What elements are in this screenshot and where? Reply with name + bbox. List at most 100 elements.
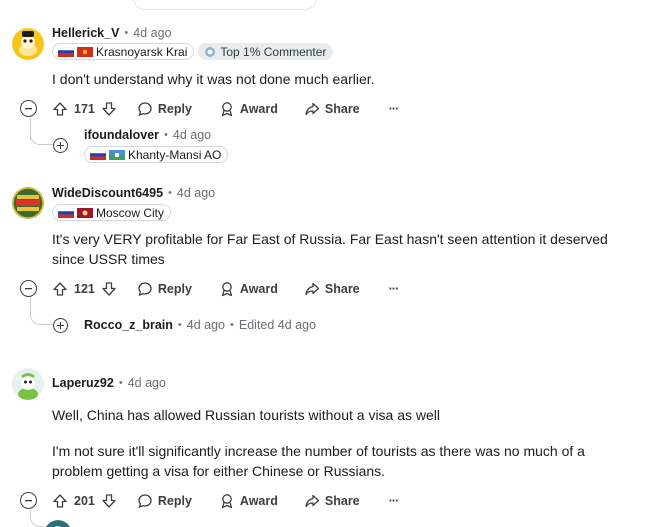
collapse-icon xyxy=(25,288,32,290)
avatar[interactable] xyxy=(12,368,44,400)
separator-dot: • xyxy=(124,27,129,39)
award-label: Award xyxy=(239,281,278,296)
previous-element-edge xyxy=(133,0,317,10)
collapse-icon xyxy=(25,500,32,502)
username[interactable]: Hellerick_V xyxy=(52,26,119,40)
region-flag-icon xyxy=(77,46,93,57)
flair-text: Krasnoyarsk Krai xyxy=(96,44,188,59)
downvote-icon[interactable] xyxy=(101,493,117,509)
reply-button[interactable]: Reply xyxy=(137,493,192,509)
russia-flag-icon xyxy=(58,46,74,57)
separator-dot: • xyxy=(118,377,123,389)
award-button[interactable]: Award xyxy=(219,281,278,297)
user-flair: Moscow City xyxy=(52,204,172,221)
more-icon: ··· xyxy=(388,101,399,116)
comment-actions: 121 Reply Award Share ··· xyxy=(20,280,399,297)
region-flag-icon xyxy=(77,207,93,218)
vote-count: 201 xyxy=(74,493,95,508)
award-button[interactable]: Award xyxy=(219,101,278,117)
reply-icon xyxy=(138,101,152,116)
more-icon: ··· xyxy=(388,281,399,296)
upvote-icon[interactable] xyxy=(52,493,68,509)
share-icon xyxy=(305,102,320,115)
vote-count: 121 xyxy=(74,281,95,296)
avatar[interactable] xyxy=(12,187,44,219)
user-flair: Khanty-Mansi AO xyxy=(84,146,229,163)
share-label: Share xyxy=(324,101,360,116)
avatar[interactable] xyxy=(44,520,72,527)
comment-body: It's very VERY profitable for Far East o… xyxy=(52,231,608,267)
downvote-icon[interactable] xyxy=(101,101,117,117)
user-flair: Krasnoyarsk Krai xyxy=(52,43,195,60)
vote-group: 171 xyxy=(52,101,117,117)
award-icon xyxy=(221,493,233,508)
vote-count: 171 xyxy=(74,101,95,116)
more-options-button[interactable]: ··· xyxy=(389,494,399,508)
more-options-button[interactable]: ··· xyxy=(389,282,399,296)
thread-line xyxy=(30,510,44,527)
comment-actions: 201 Reply Award Share ··· xyxy=(20,492,399,509)
share-label: Share xyxy=(324,281,360,296)
separator-dot: • xyxy=(177,319,182,331)
comment-body: Well, China has allowed Russian tourists… xyxy=(52,407,441,423)
username[interactable]: WideDiscount6495 xyxy=(52,186,163,200)
share-label: Share xyxy=(324,493,360,508)
more-options-button[interactable]: ··· xyxy=(389,102,399,116)
reply-icon xyxy=(138,493,152,508)
comment-body: I'm not sure it'll significantly increas… xyxy=(52,443,585,479)
timestamp[interactable]: 4d ago xyxy=(128,376,166,390)
award-label: Award xyxy=(239,493,278,508)
reply-label: Reply xyxy=(157,281,192,296)
reply-button[interactable]: Reply xyxy=(137,281,192,297)
reply-label: Reply xyxy=(157,493,192,508)
share-button[interactable]: Share xyxy=(304,493,360,509)
edited-label: Edited 4d ago xyxy=(238,318,317,332)
timestamp[interactable]: 4d ago xyxy=(133,26,171,40)
badge-text: Top 1% Commenter xyxy=(220,44,327,59)
flair-text: Khanty-Mansi AO xyxy=(128,147,222,162)
separator-dot: • xyxy=(168,187,172,199)
reply-icon xyxy=(138,281,152,296)
downvote-icon[interactable] xyxy=(101,281,117,297)
timestamp[interactable]: 4d ago xyxy=(177,186,215,200)
flair-text: Moscow City xyxy=(96,205,165,220)
share-button[interactable]: Share xyxy=(304,281,360,297)
separator-dot: • xyxy=(230,319,234,331)
russia-flag-icon xyxy=(58,207,74,218)
top-commenter-badge[interactable]: Top 1% Commenter xyxy=(198,43,334,60)
collapse-button[interactable] xyxy=(20,492,37,509)
upvote-icon[interactable] xyxy=(52,281,68,297)
separator-dot: • xyxy=(164,129,168,141)
award-icon xyxy=(221,281,233,296)
top-commenter-icon xyxy=(205,46,216,57)
more-icon: ··· xyxy=(388,493,399,508)
expand-icon[interactable] xyxy=(53,318,68,333)
thread-line xyxy=(30,298,54,325)
reply-button[interactable]: Reply xyxy=(137,101,192,117)
share-button[interactable]: Share xyxy=(304,101,360,117)
comment-actions: 171 Reply Award Share ··· xyxy=(20,100,399,117)
share-icon xyxy=(305,494,320,507)
collapse-button[interactable] xyxy=(20,100,37,117)
award-icon xyxy=(221,101,233,116)
russia-flag-icon xyxy=(90,149,106,160)
award-button[interactable]: Award xyxy=(219,493,278,509)
expand-icon[interactable] xyxy=(53,138,68,153)
reply-label: Reply xyxy=(157,101,192,116)
share-icon xyxy=(305,282,320,295)
collapse-button[interactable] xyxy=(20,280,37,297)
username[interactable]: Rocco_z_brain xyxy=(84,318,173,332)
comment-body: I don't understand why it was not done m… xyxy=(52,71,375,87)
vote-group: 121 xyxy=(52,281,117,297)
avatar[interactable] xyxy=(12,28,44,60)
thread-line xyxy=(30,118,54,145)
region-flag-icon xyxy=(109,149,125,160)
timestamp[interactable]: 4d ago xyxy=(187,318,225,332)
upvote-icon[interactable] xyxy=(52,101,68,117)
award-label: Award xyxy=(239,101,278,116)
username[interactable]: Laperuz92 xyxy=(52,376,114,390)
collapse-icon xyxy=(25,108,32,110)
timestamp[interactable]: 4d ago xyxy=(173,128,211,142)
vote-group: 201 xyxy=(52,493,117,509)
username[interactable]: ifoundalover xyxy=(84,128,159,142)
